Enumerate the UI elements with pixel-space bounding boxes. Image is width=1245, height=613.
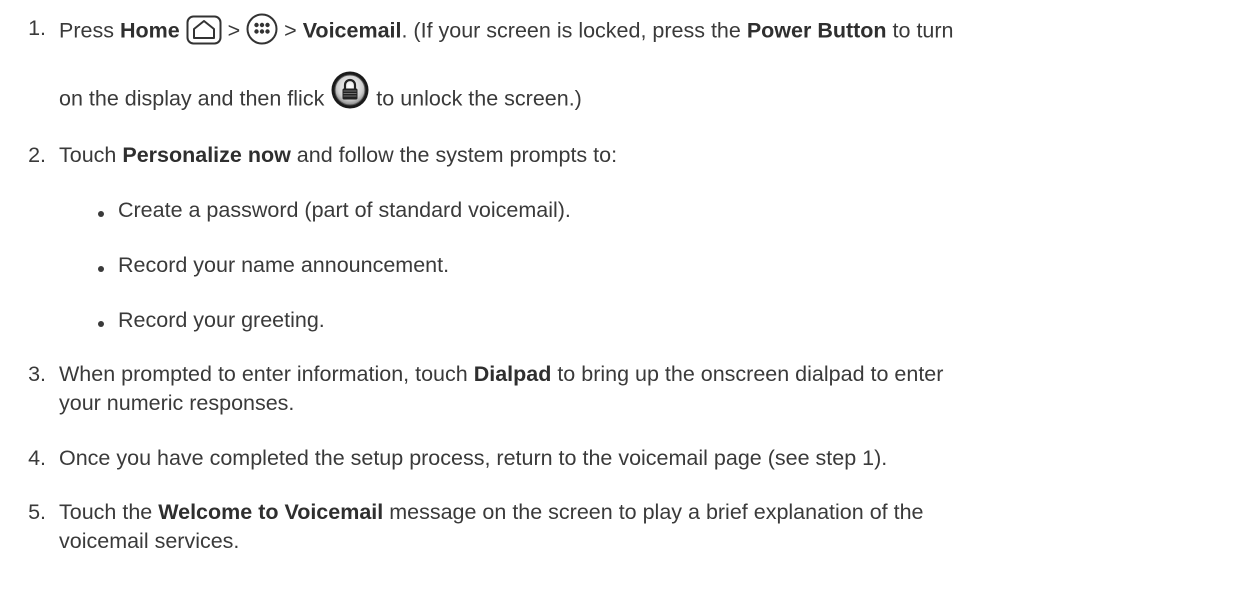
step-2-text: Touch Personalize now and follow the sys… — [59, 143, 618, 167]
step-1-line-2: on the display and then flick to unlock … — [59, 71, 582, 120]
step-number: 5. — [28, 500, 46, 524]
step-3-line-1: When prompted to enter information, touc… — [59, 362, 944, 386]
lock-icon — [330, 70, 370, 110]
step-number: 2. — [28, 143, 46, 167]
bullet-dot — [98, 266, 104, 272]
step-1-line-1: Press Home > > Voicemail. (If your scree… — [59, 13, 954, 48]
step-4-text: Once you have completed the setup proces… — [59, 446, 888, 470]
step-3-line-2: your numeric responses. — [59, 391, 295, 415]
step-number: 4. — [28, 446, 46, 470]
step-number: 1. — [28, 16, 46, 40]
apps-icon — [246, 13, 278, 45]
step-5-line-1: Touch the Welcome to Voicemail message o… — [59, 500, 924, 524]
bullet-dot — [98, 211, 104, 217]
home-icon — [186, 15, 222, 45]
bullet-dot — [98, 321, 104, 327]
step-5-line-2: voicemail services. — [59, 529, 240, 553]
step-number: 3. — [28, 362, 46, 386]
document-page: 1. Press Home > > Voicemail. (If your sc… — [0, 0, 1245, 613]
